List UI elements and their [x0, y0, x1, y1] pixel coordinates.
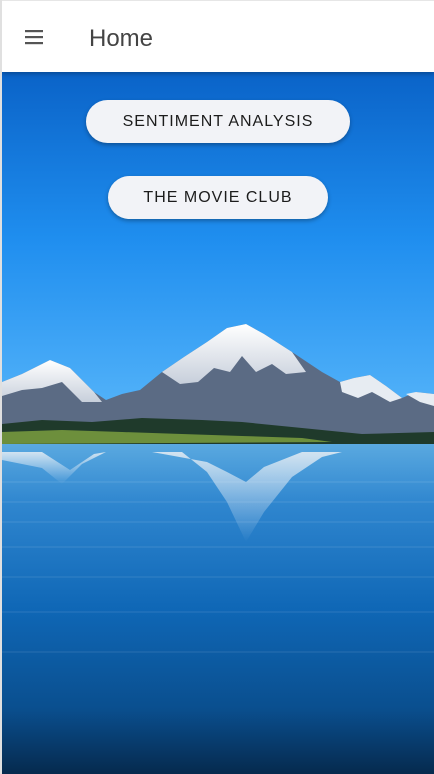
app-root: Home SENTIMENT ANALYSIS THE MOVIE CLUB — [0, 0, 434, 774]
menu-button[interactable] — [18, 21, 50, 53]
hamburger-menu-icon — [25, 30, 43, 45]
top-app-bar: Home — [2, 0, 434, 72]
page-title: Home — [89, 25, 154, 52]
movie-club-button[interactable]: THE MOVIE CLUB — [108, 176, 328, 219]
sentiment-analysis-button[interactable]: SENTIMENT ANALYSIS — [86, 100, 350, 143]
